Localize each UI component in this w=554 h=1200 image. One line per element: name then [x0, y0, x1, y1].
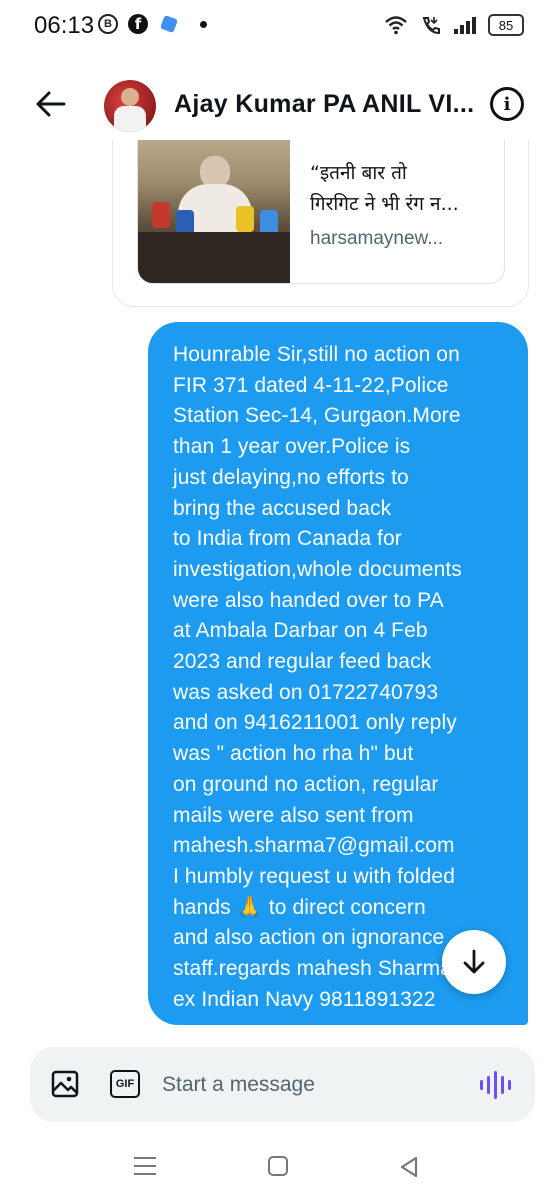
home-icon[interactable] [268, 1156, 288, 1176]
contact-name[interactable]: Ajay Kumar PA ANIL VI... [174, 90, 474, 119]
back-button[interactable] [30, 84, 70, 124]
shared-post-message[interactable]: “इतनी बार तो गिरगिट ने भी रंग न... harsa… [112, 140, 529, 307]
status-bar: 06:13 B f 85 [0, 0, 554, 50]
system-navigation-bar [0, 1140, 554, 1200]
info-icon: i [503, 93, 511, 115]
message-input[interactable] [162, 1067, 462, 1103]
wifi-icon [385, 16, 407, 35]
scroll-to-bottom-button[interactable] [442, 930, 506, 994]
back-triangle-icon[interactable] [398, 1155, 420, 1179]
gif-button[interactable]: GIF [110, 1070, 140, 1098]
battery-level: 85 [498, 17, 514, 33]
link-text: “इतनी बार तो गिरगिट ने भी रंग न... harsa… [310, 158, 500, 250]
app-icon [160, 15, 178, 33]
arrow-down-icon [463, 949, 485, 974]
link-thumbnail [138, 140, 290, 283]
status-time: 06:13 [34, 12, 95, 39]
link-card[interactable]: “इतनी बार तो गिरगिट ने भी रंग न... harsa… [137, 140, 505, 284]
facebook-icon: f [128, 14, 148, 34]
thumb-mic [152, 202, 170, 228]
gif-label: GIF [115, 1078, 135, 1090]
volte-call-icon [422, 17, 440, 35]
link-domain: harsamaynew... [310, 228, 444, 249]
info-button[interactable]: i [490, 87, 524, 121]
message-text: Hounrable Sir,still no action on FIR 371… [173, 343, 462, 1011]
notification-icons: B f [98, 14, 207, 34]
avatar[interactable] [104, 80, 156, 132]
conversation-header: Ajay Kumar PA ANIL VI... i [0, 70, 554, 140]
system-icons: 85 [384, 14, 524, 36]
link-title-line: गिरगिट ने भी रंग न... [310, 193, 459, 215]
link-title-line: “इतनी बार तो [310, 162, 407, 184]
image-icon[interactable] [50, 1069, 80, 1099]
battery-icon: 85 [488, 14, 524, 36]
thumb-mic [236, 206, 254, 232]
dot-icon [200, 20, 207, 28]
avatar-face [121, 88, 139, 106]
sent-message-bubble[interactable]: Hounrable Sir,still no action on FIR 371… [148, 322, 528, 1025]
voice-message-button[interactable] [480, 1071, 511, 1099]
message-composer: GIF [30, 1047, 535, 1122]
b-badge-icon: B [98, 14, 118, 34]
thumb-table [138, 232, 290, 283]
avatar-shirt [114, 106, 146, 132]
signal-icon [454, 16, 476, 34]
recents-icon[interactable] [134, 1157, 156, 1181]
